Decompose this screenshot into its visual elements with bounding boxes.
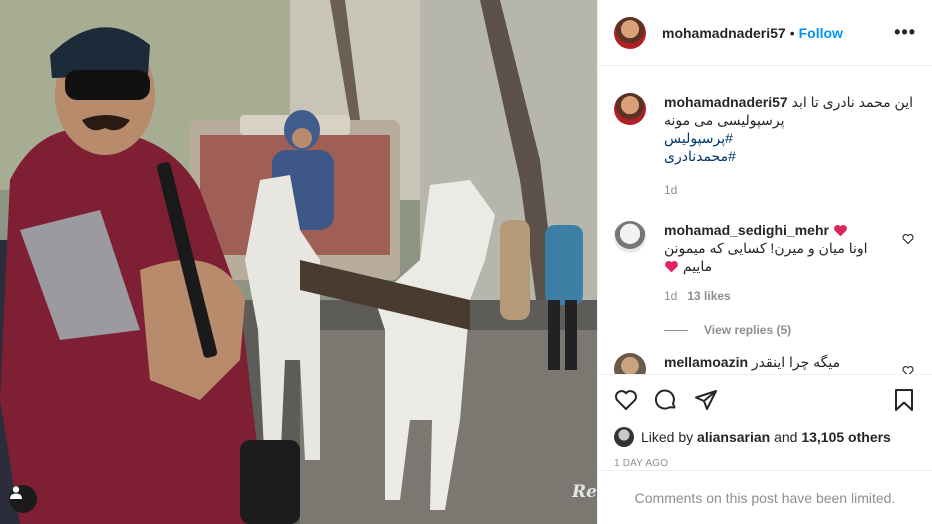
post-photo[interactable]: Re: [0, 0, 597, 524]
comment-avatar[interactable]: [614, 353, 646, 374]
comment-icon[interactable]: [654, 388, 678, 412]
comment-username[interactable]: mohamad_sedighi_mehr: [664, 222, 829, 238]
comment-time: 1d: [664, 289, 678, 303]
liked-by-others[interactable]: 13,105 others: [801, 429, 891, 445]
comment-text: میگه چرا اینقدر: [751, 354, 841, 370]
like-comment-icon[interactable]: [902, 233, 914, 245]
instagram-post: Re mohamadnaderi57 • Follow ••• mohamadn…: [0, 0, 932, 524]
caption-username[interactable]: mohamadnaderi57: [664, 94, 788, 110]
action-icons: [614, 383, 916, 417]
photo-watermark: Re: [572, 482, 597, 502]
post-actions: Liked by aliansarian and 13,105 others 1…: [598, 374, 932, 469]
post-details-panel: mohamadnaderi57 • Follow ••• mohamadnade…: [597, 0, 932, 524]
view-replies-label: View replies (5): [704, 323, 792, 337]
liked-by-user[interactable]: aliansarian: [697, 429, 770, 445]
caption-time: 1d: [664, 183, 678, 197]
person-icon: [10, 486, 22, 499]
red-heart-emoji-icon: [665, 261, 678, 273]
author-avatar[interactable]: [614, 16, 646, 49]
comment-meta: 1d 13 likes: [664, 287, 916, 305]
share-icon[interactable]: [694, 388, 718, 412]
comments-list[interactable]: mohamadnaderi57 این محمد نادری تا ابد پر…: [598, 67, 932, 374]
post-header: mohamadnaderi57 • Follow •••: [598, 0, 932, 66]
comment-body: mohamad_sedighi_mehr اونا میان و میرن! ک…: [664, 221, 916, 305]
post-timestamp: 1 DAY AGO: [614, 458, 669, 469]
comment-text: اونا میان و میرن! کسایی که میمونن ماییم: [664, 239, 884, 275]
comment: mohamad_sedighi_mehr اونا میان و میرن! ک…: [614, 221, 916, 305]
replies-divider: [664, 329, 688, 331]
tagged-users-button[interactable]: [9, 485, 37, 513]
view-replies-button[interactable]: View replies (5): [664, 323, 916, 337]
header-separator: •: [789, 24, 795, 41]
hashtag-link[interactable]: #محمدنادری: [664, 147, 916, 165]
hashtag-link[interactable]: #پرسپولیس: [664, 129, 916, 147]
liked-by-and: and: [774, 429, 798, 445]
comment-avatar[interactable]: [614, 221, 646, 253]
comment-text-content: اونا میان و میرن! کسایی که میمونن ماییم: [664, 240, 868, 274]
liker-avatar[interactable]: [614, 427, 634, 447]
author-username[interactable]: mohamadnaderi57: [662, 25, 786, 41]
heart-icon[interactable]: [614, 388, 638, 412]
comment-username[interactable]: mellamoazin: [664, 354, 748, 370]
caption: mohamadnaderi57 این محمد نادری تا ابد پر…: [614, 93, 916, 199]
caption-avatar[interactable]: [614, 93, 646, 125]
liked-by-prefix: Liked by: [641, 429, 694, 445]
follow-button[interactable]: Follow: [799, 25, 843, 41]
more-options-icon[interactable]: •••: [894, 22, 916, 43]
caption-body: mohamadnaderi57 این محمد نادری تا ابد پر…: [664, 93, 916, 199]
comment-likes[interactable]: 13 likes: [687, 289, 730, 303]
comment: mellamoazin میگه چرا اینقدر: [614, 353, 916, 374]
red-heart-emoji-icon: [833, 225, 847, 237]
bookmark-icon[interactable]: [892, 388, 916, 412]
comments-limited-notice: Comments on this post have been limited.: [598, 470, 932, 524]
like-comment-icon[interactable]: [902, 365, 914, 374]
photo-scene: [0, 0, 597, 524]
likes-summary: Liked by aliansarian and 13,105 others: [614, 427, 916, 447]
comment-body: mellamoazin میگه چرا اینقدر: [664, 353, 916, 374]
